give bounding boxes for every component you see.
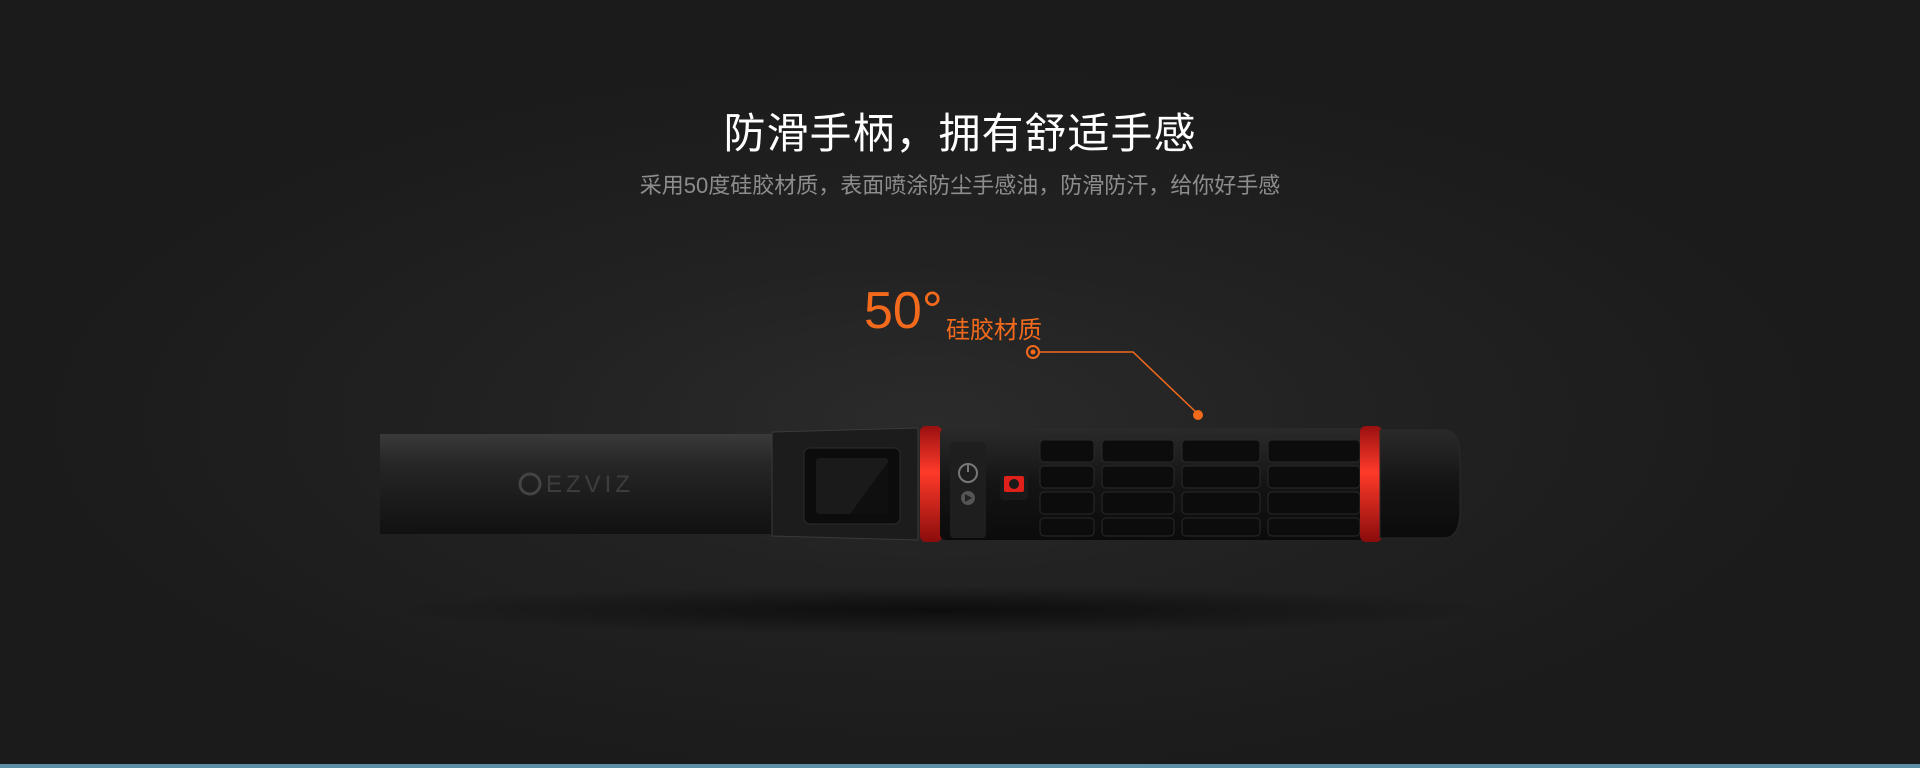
selfie-stick-image: EZVIZ [380, 426, 1461, 542]
product-shadow [380, 585, 1500, 635]
bottom-divider [0, 764, 1920, 768]
red-ring-left [920, 426, 942, 542]
callout-leader-line [1026, 345, 1203, 420]
red-ring-right [1360, 426, 1382, 542]
svg-text:EZVIZ: EZVIZ [546, 471, 634, 498]
